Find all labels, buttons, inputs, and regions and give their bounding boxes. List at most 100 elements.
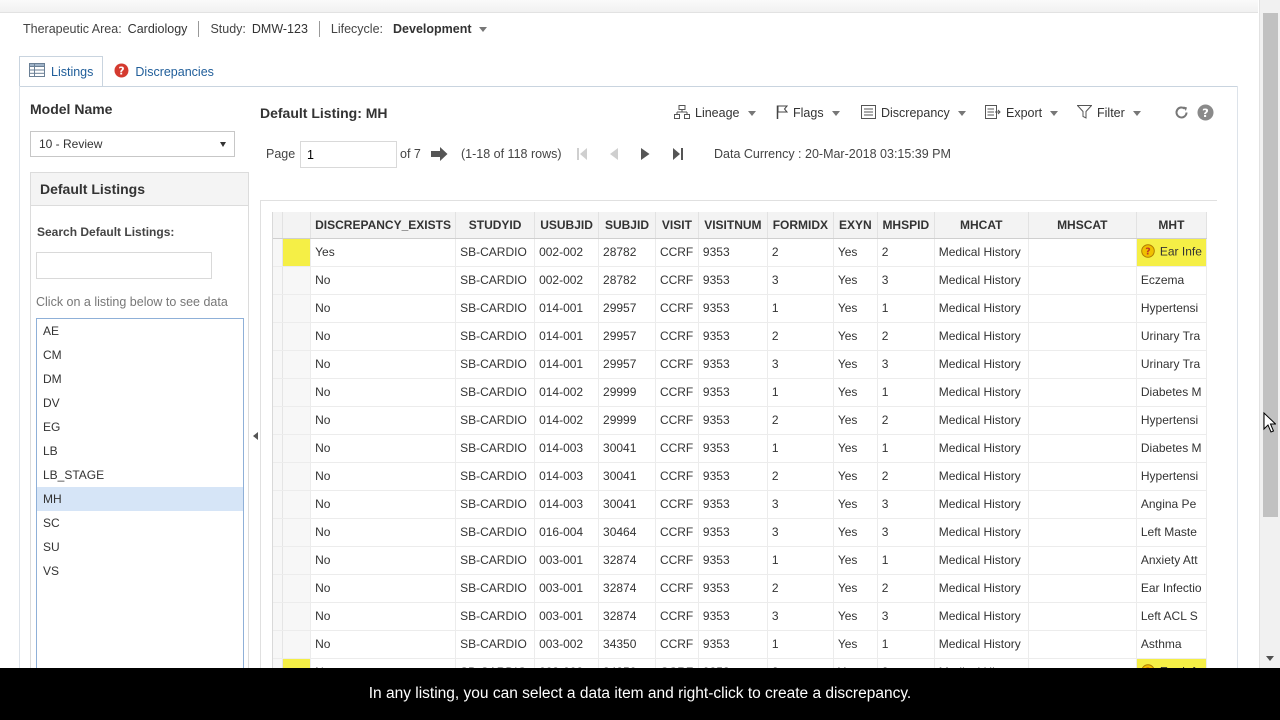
- table-cell[interactable]: Angina Pe: [1136, 490, 1207, 519]
- table-cell[interactable]: CCRF: [655, 266, 699, 295]
- table-row[interactable]: No SB-CARDIO 014-001 29957 CCRF 9353 3 Yes 3 Medi…: [273, 350, 1207, 379]
- table-cell[interactable]: 3: [767, 350, 834, 379]
- table-cell[interactable]: CCRF: [655, 434, 699, 463]
- help-icon[interactable]: ?: [1197, 104, 1214, 121]
- table-cell[interactable]: Yes: [833, 434, 878, 463]
- table-cell[interactable]: 30041: [598, 490, 656, 519]
- first-page-icon[interactable]: [576, 146, 588, 165]
- table-cell[interactable]: No: [310, 350, 457, 379]
- table-cell[interactable]: 003-002: [534, 630, 600, 659]
- table-cell[interactable]: 9353: [698, 238, 768, 267]
- table-cell[interactable]: Medical History: [934, 406, 1029, 435]
- lifecycle-value[interactable]: Development: [393, 22, 472, 36]
- table-cell[interactable]: 3: [767, 490, 834, 519]
- column-header-visit[interactable]: VISIT: [655, 212, 699, 239]
- table-cell[interactable]: 002-002: [534, 238, 600, 267]
- table-cell[interactable]: Hypertensi: [1136, 294, 1207, 323]
- table-cell[interactable]: No: [310, 574, 457, 603]
- table-cell[interactable]: CCRF: [655, 462, 699, 491]
- table-row[interactable]: No SB-CARDIO 014-003 30041 CCRF 9353 1 Yes 1 Medi…: [273, 434, 1207, 463]
- export-menu[interactable]: Export: [985, 104, 1059, 122]
- filter-menu[interactable]: Filter: [1076, 104, 1141, 122]
- table-cell[interactable]: 29957: [598, 322, 656, 351]
- table-cell[interactable]: 30041: [598, 462, 656, 491]
- table-cell[interactable]: 3: [767, 602, 834, 631]
- listing-item-su[interactable]: SU: [37, 535, 243, 559]
- table-cell[interactable]: 2: [767, 322, 834, 351]
- table-cell[interactable]: 3: [877, 266, 935, 295]
- table-cell[interactable]: 9353: [698, 602, 768, 631]
- table-cell[interactable]: Urinary Tra: [1136, 322, 1207, 351]
- column-header-visitnum[interactable]: VISITNUM: [698, 212, 768, 239]
- table-cell[interactable]: CCRF: [655, 378, 699, 407]
- listing-item-dv[interactable]: DV: [37, 391, 243, 415]
- table-cell[interactable]: No: [310, 490, 457, 519]
- table-row[interactable]: No SB-CARDIO 002-002 28782 CCRF 9353 3 Yes 3 Medi…: [273, 266, 1207, 295]
- table-cell[interactable]: Medical History: [934, 518, 1029, 547]
- column-header-exyn[interactable]: EXYN: [833, 212, 878, 239]
- table-cell[interactable]: SB-CARDIO: [455, 574, 536, 603]
- table-cell[interactable]: 2: [877, 322, 935, 351]
- table-cell[interactable]: SB-CARDIO: [455, 462, 536, 491]
- table-cell[interactable]: 1: [767, 378, 834, 407]
- table-cell[interactable]: 014-003: [534, 462, 600, 491]
- table-cell[interactable]: SB-CARDIO: [455, 434, 536, 463]
- table-cell[interactable]: 9353: [698, 546, 768, 575]
- table-cell[interactable]: Medical History: [934, 602, 1029, 631]
- table-cell[interactable]: 003-001: [534, 574, 600, 603]
- table-row[interactable]: No SB-CARDIO 014-001 29957 CCRF 9353 1 Yes 1 Medi…: [273, 294, 1207, 323]
- listing-item-ae[interactable]: AE: [37, 319, 243, 343]
- table-cell[interactable]: 014-003: [534, 434, 600, 463]
- table-cell[interactable]: Medical History: [934, 266, 1029, 295]
- table-cell[interactable]: [1028, 546, 1137, 575]
- table-cell[interactable]: Yes: [833, 490, 878, 519]
- table-cell[interactable]: 3: [767, 518, 834, 547]
- table-cell[interactable]: 3: [877, 350, 935, 379]
- table-cell[interactable]: 014-001: [534, 322, 600, 351]
- column-header-subjid[interactable]: SUBJID: [598, 212, 656, 239]
- table-row[interactable]: No SB-CARDIO 003-001 32874 CCRF 9353 3 Yes 3 Medi…: [273, 602, 1207, 631]
- table-cell[interactable]: 9353: [698, 434, 768, 463]
- table-cell[interactable]: 002-002: [534, 266, 600, 295]
- lineage-menu[interactable]: Lineage: [674, 104, 756, 122]
- table-cell[interactable]: 2: [877, 462, 935, 491]
- table-cell[interactable]: 2: [877, 406, 935, 435]
- table-cell[interactable]: 3: [877, 518, 935, 547]
- table-cell[interactable]: SB-CARDIO: [455, 266, 536, 295]
- table-cell[interactable]: SB-CARDIO: [455, 350, 536, 379]
- table-cell[interactable]: Medical History: [934, 322, 1029, 351]
- table-cell[interactable]: Eczema: [1136, 266, 1207, 295]
- table-cell[interactable]: Hypertensi: [1136, 406, 1207, 435]
- column-header-discrepancy-exists[interactable]: DISCREPANCY_EXISTS: [310, 212, 457, 239]
- table-cell[interactable]: Yes: [833, 322, 878, 351]
- table-cell[interactable]: [1028, 434, 1137, 463]
- table-cell[interactable]: CCRF: [655, 238, 699, 267]
- table-cell[interactable]: Medical History: [934, 294, 1029, 323]
- table-cell[interactable]: No: [310, 602, 457, 631]
- refresh-icon[interactable]: [1173, 104, 1190, 121]
- table-cell[interactable]: 28782: [598, 266, 656, 295]
- table-cell[interactable]: 34350: [598, 630, 656, 659]
- table-cell[interactable]: Medical History: [934, 350, 1029, 379]
- table-cell[interactable]: 29999: [598, 378, 656, 407]
- table-cell[interactable]: 32874: [598, 546, 656, 575]
- table-cell[interactable]: Diabetes M: [1136, 378, 1207, 407]
- table-row[interactable]: No SB-CARDIO 003-001 32874 CCRF 9353 1 Yes 1 Medi…: [273, 546, 1207, 575]
- table-cell[interactable]: Medical History: [934, 238, 1029, 267]
- table-cell[interactable]: CCRF: [655, 294, 699, 323]
- table-cell[interactable]: No: [310, 294, 457, 323]
- table-cell[interactable]: Hypertensi: [1136, 462, 1207, 491]
- table-cell[interactable]: 2: [767, 238, 834, 267]
- table-cell[interactable]: 1: [767, 630, 834, 659]
- table-cell[interactable]: SB-CARDIO: [455, 322, 536, 351]
- table-cell[interactable]: 9353: [698, 378, 768, 407]
- table-cell[interactable]: [1028, 294, 1137, 323]
- table-cell[interactable]: Yes: [833, 602, 878, 631]
- listing-item-cm[interactable]: CM: [37, 343, 243, 367]
- table-cell[interactable]: Medical History: [934, 462, 1029, 491]
- table-cell[interactable]: No: [310, 630, 457, 659]
- table-cell[interactable]: Medical History: [934, 490, 1029, 519]
- listing-item-eg[interactable]: EG: [37, 415, 243, 439]
- table-cell[interactable]: 1: [877, 546, 935, 575]
- listing-item-lb-stage[interactable]: LB_STAGE: [37, 463, 243, 487]
